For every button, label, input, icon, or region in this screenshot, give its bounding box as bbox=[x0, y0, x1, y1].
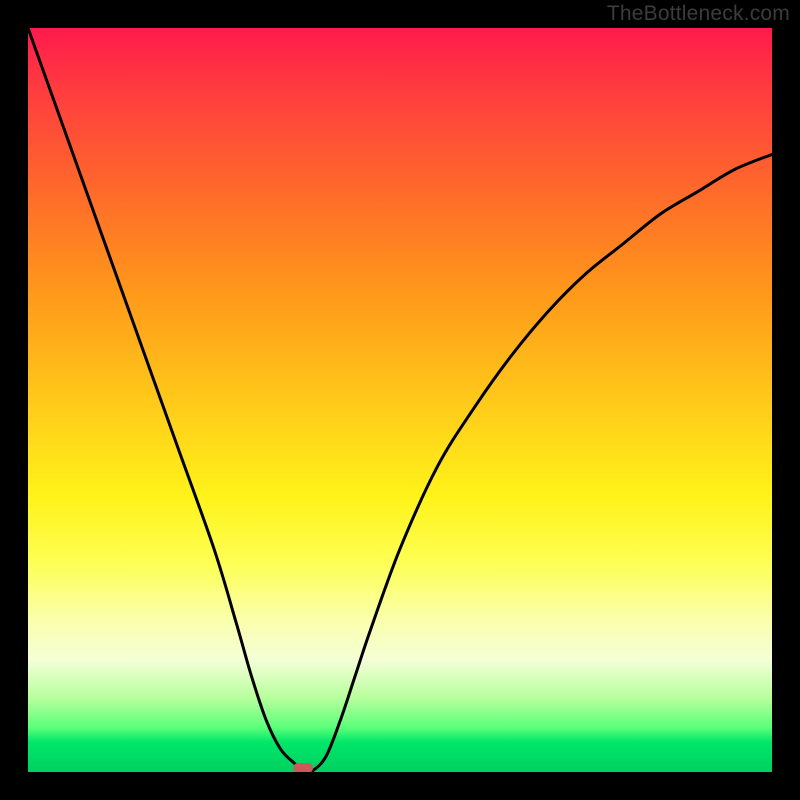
chart-plot-area bbox=[28, 28, 772, 772]
watermark-text: TheBottleneck.com bbox=[607, 2, 790, 26]
bottleneck-curve-path bbox=[28, 28, 772, 772]
min-marker bbox=[293, 763, 313, 772]
chart-curve bbox=[28, 28, 772, 772]
chart-frame: TheBottleneck.com bbox=[0, 0, 800, 800]
